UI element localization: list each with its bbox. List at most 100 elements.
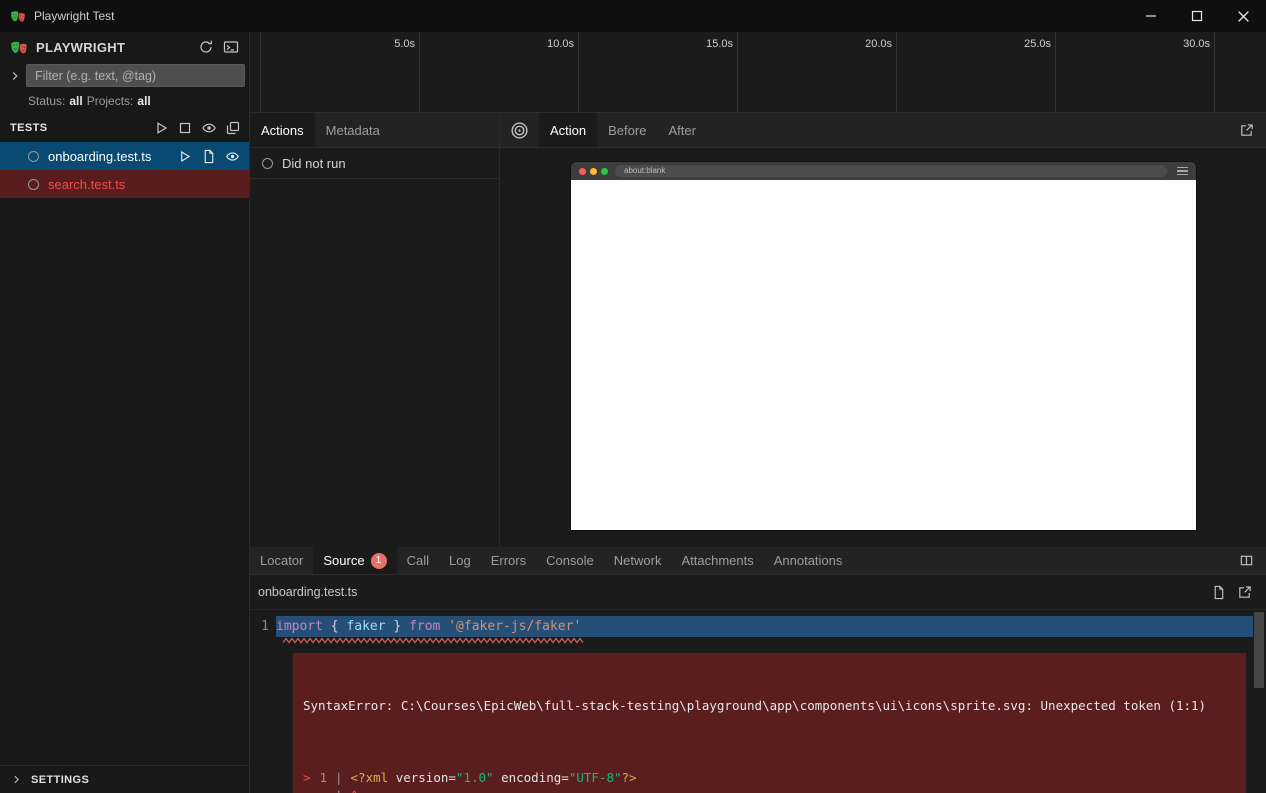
- timeline-gridline: [1055, 32, 1056, 112]
- vertical-scrollbar-thumb[interactable]: [1254, 612, 1264, 688]
- traffic-light-icons: [579, 168, 608, 175]
- timeline-gridline: [260, 32, 261, 112]
- projects-label[interactable]: Projects:: [87, 94, 134, 108]
- highlighted-import-line: import { faker } from '@faker-js/faker': [276, 616, 1253, 637]
- source-error-badge: 1: [371, 553, 387, 569]
- open-source-external-icon[interactable]: [1237, 585, 1252, 600]
- source-code-view[interactable]: 1 import { faker } from '@faker-js/faker…: [250, 610, 1266, 793]
- timeline-tick: 30.0s: [1150, 38, 1210, 50]
- sidebar-header: PLAYWRIGHT: [0, 32, 249, 62]
- timeline-gridline: [1214, 32, 1215, 112]
- status-value[interactable]: all: [69, 94, 82, 108]
- open-source-file-icon[interactable]: [201, 149, 216, 164]
- chevron-right-icon[interactable]: [8, 69, 22, 83]
- projects-value[interactable]: all: [137, 94, 150, 108]
- tab-annotations[interactable]: Annotations: [764, 547, 853, 574]
- playwright-masks-icon: [10, 38, 28, 56]
- tab-log[interactable]: Log: [439, 547, 481, 574]
- test-status-circle-icon: [28, 151, 39, 162]
- tab-network[interactable]: Network: [604, 547, 672, 574]
- source-file-header: onboarding.test.ts: [250, 575, 1266, 610]
- playwright-logo-icon: [10, 8, 26, 24]
- tab-before[interactable]: Before: [597, 113, 657, 147]
- tab-call[interactable]: Call: [397, 547, 439, 574]
- test-file-search[interactable]: search.test.ts: [0, 170, 249, 198]
- details-pane: Locator Source 1 Call Log Errors Console…: [250, 547, 1266, 793]
- timeline-tick: 25.0s: [991, 38, 1051, 50]
- close-button[interactable]: [1220, 0, 1266, 32]
- url-text: about:blank: [624, 167, 665, 175]
- test-file-label: onboarding.test.ts: [48, 149, 151, 164]
- window-title: Playwright Test: [34, 9, 114, 23]
- status-line: Status: all Projects: all: [0, 89, 249, 113]
- error-code-frame: >1|<?xml version="1.0" encoding="UTF-8"?…: [303, 769, 1236, 793]
- run-all-icon[interactable]: [153, 120, 169, 136]
- playwright-test-window: Playwright Test: [0, 0, 1266, 793]
- maximize-button[interactable]: [1174, 0, 1220, 32]
- reload-tests-icon[interactable]: [198, 39, 214, 55]
- source-filename: onboarding.test.ts: [258, 585, 357, 599]
- close-dot-icon: [579, 168, 586, 175]
- watch-all-eye-icon[interactable]: [201, 120, 217, 136]
- status-circle-icon: [262, 158, 273, 169]
- tab-metadata[interactable]: Metadata: [315, 113, 391, 147]
- error-message: SyntaxError: C:\Courses\EpicWeb\full-sta…: [303, 697, 1236, 715]
- timeline-gridline: [419, 32, 420, 112]
- timeline-gridline: [737, 32, 738, 112]
- tests-title: TESTS: [10, 122, 47, 134]
- pick-locator-icon[interactable]: [508, 113, 539, 147]
- tab-action[interactable]: Action: [539, 113, 597, 147]
- timeline[interactable]: 5.0s 10.0s 15.0s 20.0s 25.0s 30.0s: [250, 32, 1266, 113]
- url-bar: about:blank: [615, 165, 1167, 177]
- test-file-onboarding[interactable]: onboarding.test.ts: [0, 142, 249, 170]
- sidebar: PLAYWRIGHT: [0, 32, 250, 793]
- tab-attachments[interactable]: Attachments: [671, 547, 763, 574]
- toggle-columns-icon[interactable]: [1239, 547, 1266, 574]
- browser-snapshot: about:blank: [571, 162, 1196, 530]
- status-label[interactable]: Status:: [28, 94, 65, 108]
- terminal-icon[interactable]: [223, 39, 239, 55]
- run-test-icon[interactable]: [177, 149, 192, 164]
- tab-actions[interactable]: Actions: [250, 113, 315, 147]
- test-status-circle-icon: [28, 179, 39, 190]
- stop-icon[interactable]: [177, 120, 193, 136]
- actions-pane: Actions Metadata Did not run: [250, 113, 500, 547]
- minimize-button[interactable]: [1128, 0, 1174, 32]
- tab-locator[interactable]: Locator: [250, 547, 313, 574]
- settings-label: SETTINGS: [31, 774, 89, 786]
- tab-source[interactable]: Source 1: [313, 547, 396, 574]
- timeline-gridline: [578, 32, 579, 112]
- copy-source-icon[interactable]: [1211, 585, 1226, 600]
- timeline-tick: 5.0s: [355, 38, 415, 50]
- settings-section[interactable]: SETTINGS: [0, 765, 249, 793]
- open-snapshot-external-icon[interactable]: [1239, 113, 1266, 147]
- browser-menu-icon: [1177, 167, 1188, 176]
- browser-chrome: about:blank: [571, 162, 1196, 180]
- did-not-run-label: Did not run: [282, 156, 346, 171]
- timeline-tick: 20.0s: [832, 38, 892, 50]
- tab-errors[interactable]: Errors: [481, 547, 536, 574]
- source-line-1: 1 import { faker } from '@faker-js/faker…: [250, 616, 1266, 637]
- window-controls: [1128, 0, 1266, 32]
- title-bar: Playwright Test: [0, 0, 1266, 32]
- did-not-run-row: Did not run: [250, 148, 499, 179]
- main-area: 5.0s 10.0s 15.0s 20.0s 25.0s 30.0s Actio…: [250, 32, 1266, 793]
- error-squiggle-underline: [283, 637, 585, 644]
- tab-console[interactable]: Console: [536, 547, 604, 574]
- sidebar-title: PLAYWRIGHT: [36, 40, 125, 55]
- tests-section-header: TESTS: [0, 113, 249, 142]
- minimize-dot-icon: [590, 168, 597, 175]
- filter-input[interactable]: [26, 64, 245, 87]
- tab-after[interactable]: After: [657, 113, 706, 147]
- syntax-error-block: SyntaxError: C:\Courses\EpicWeb\full-sta…: [293, 653, 1246, 793]
- timeline-gridline: [896, 32, 897, 112]
- timeline-tick: 15.0s: [673, 38, 733, 50]
- chevron-right-icon: [10, 773, 23, 786]
- snapshot-body: about:blank: [500, 148, 1266, 547]
- maximize-dot-icon: [601, 168, 608, 175]
- snapshot-pane: Action Before After: [500, 113, 1266, 547]
- watch-test-eye-icon[interactable]: [225, 149, 240, 164]
- browser-page-blank: [571, 180, 1196, 530]
- collapse-all-icon[interactable]: [225, 120, 241, 136]
- test-file-label: search.test.ts: [48, 177, 125, 192]
